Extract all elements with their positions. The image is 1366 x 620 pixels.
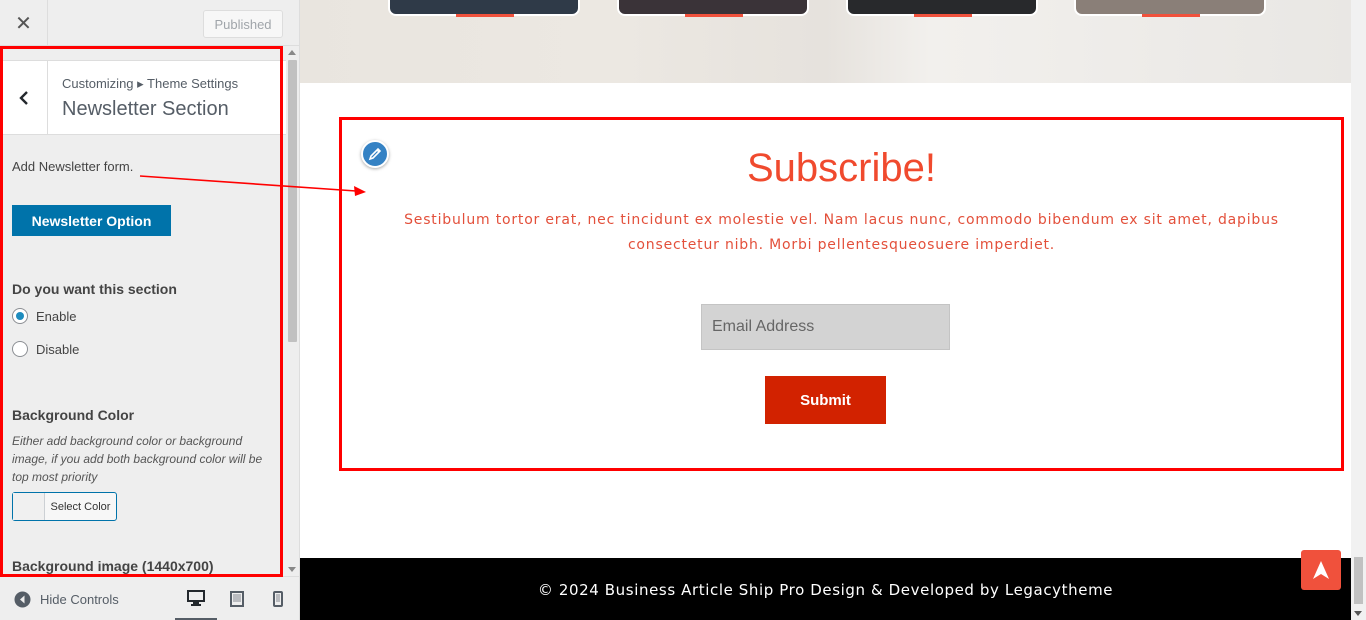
tablet-icon	[230, 591, 244, 607]
sidebar-scrollbar[interactable]	[286, 46, 299, 576]
email-field[interactable]	[701, 304, 950, 350]
subscribe-title: Subscribe!	[747, 146, 936, 190]
preview-tablet-button[interactable]	[216, 577, 258, 620]
section-title: Newsletter Section	[62, 98, 229, 120]
close-icon[interactable]: ✕	[0, 0, 48, 46]
newsletter-section: Subscribe! Sestibulum tortor erat, nec t…	[340, 118, 1343, 470]
background-color-note: Either add background color or backgroun…	[12, 434, 263, 484]
preview-desktop-button[interactable]	[175, 577, 217, 620]
scroll-up-icon[interactable]	[288, 50, 296, 55]
scroll-down-icon[interactable]	[1354, 611, 1362, 616]
section-description: Add Newsletter form.	[12, 159, 134, 174]
disable-label: Disable	[36, 341, 80, 357]
color-swatch[interactable]	[13, 493, 45, 520]
customizer-panel: Customizing ▸ Theme Settings Newsletter …	[0, 46, 286, 576]
team-member-card[interactable]	[1074, 0, 1266, 17]
disable-radio[interactable]: Disable	[12, 341, 79, 357]
mobile-icon	[273, 591, 283, 607]
team-member-card[interactable]	[846, 0, 1038, 17]
preview-mobile-button[interactable]	[257, 577, 299, 620]
customizer-topbar: ✕ Published	[0, 0, 299, 46]
select-color-label: Select Color	[50, 500, 111, 513]
radio-unchecked-icon[interactable]	[12, 341, 28, 357]
select-color-button[interactable]: Select Color	[12, 492, 117, 521]
collapse-arrow-icon	[14, 591, 31, 608]
submit-button[interactable]: Submit	[765, 376, 886, 424]
subscribe-description: Sestibulum tortor erat, nec tincidunt ex…	[404, 212, 1279, 253]
hide-controls-button[interactable]: Hide Controls	[14, 591, 119, 608]
site-preview: Subscribe! Sestibulum tortor erat, nec t…	[300, 0, 1351, 620]
newsletter-option-button[interactable]: Newsletter Option	[12, 205, 171, 236]
enable-label: Enable	[36, 308, 77, 324]
arrow-up-icon	[1313, 561, 1329, 579]
background-image-label: Background image (1440x700)	[12, 558, 214, 574]
published-button[interactable]: Published	[203, 10, 283, 38]
scroll-down-icon[interactable]	[288, 567, 296, 572]
sidebar-scroll-thumb[interactable]	[288, 60, 297, 342]
team-section-background	[300, 0, 1351, 83]
desktop-icon	[187, 589, 205, 606]
preview-scroll-thumb[interactable]	[1354, 557, 1363, 604]
team-member-card[interactable]	[617, 0, 809, 17]
radio-checked-icon[interactable]	[12, 308, 28, 324]
breadcrumb: Customizing ▸ Theme Settings	[62, 76, 239, 91]
section-toggle-label: Do you want this section	[12, 281, 177, 297]
customizer-sidebar: ✕ Published Customizing ▸ Theme Settings…	[0, 0, 300, 620]
footer-copyright: © 2024 Business Article Ship Pro Design …	[537, 580, 1114, 599]
section-header: Customizing ▸ Theme Settings Newsletter …	[0, 60, 286, 135]
team-member-card[interactable]	[388, 0, 580, 17]
background-color-label: Background Color	[12, 407, 135, 423]
enable-radio[interactable]: Enable	[12, 308, 76, 324]
back-button[interactable]	[0, 61, 48, 134]
customizer-footer: Hide Controls	[0, 576, 299, 620]
hide-controls-label: Hide Controls	[40, 592, 119, 607]
chevron-left-icon	[18, 90, 28, 105]
scroll-to-top-button[interactable]	[1301, 550, 1341, 590]
site-footer: © 2024 Business Article Ship Pro Design …	[300, 558, 1351, 620]
preview-scrollbar[interactable]	[1351, 0, 1366, 620]
